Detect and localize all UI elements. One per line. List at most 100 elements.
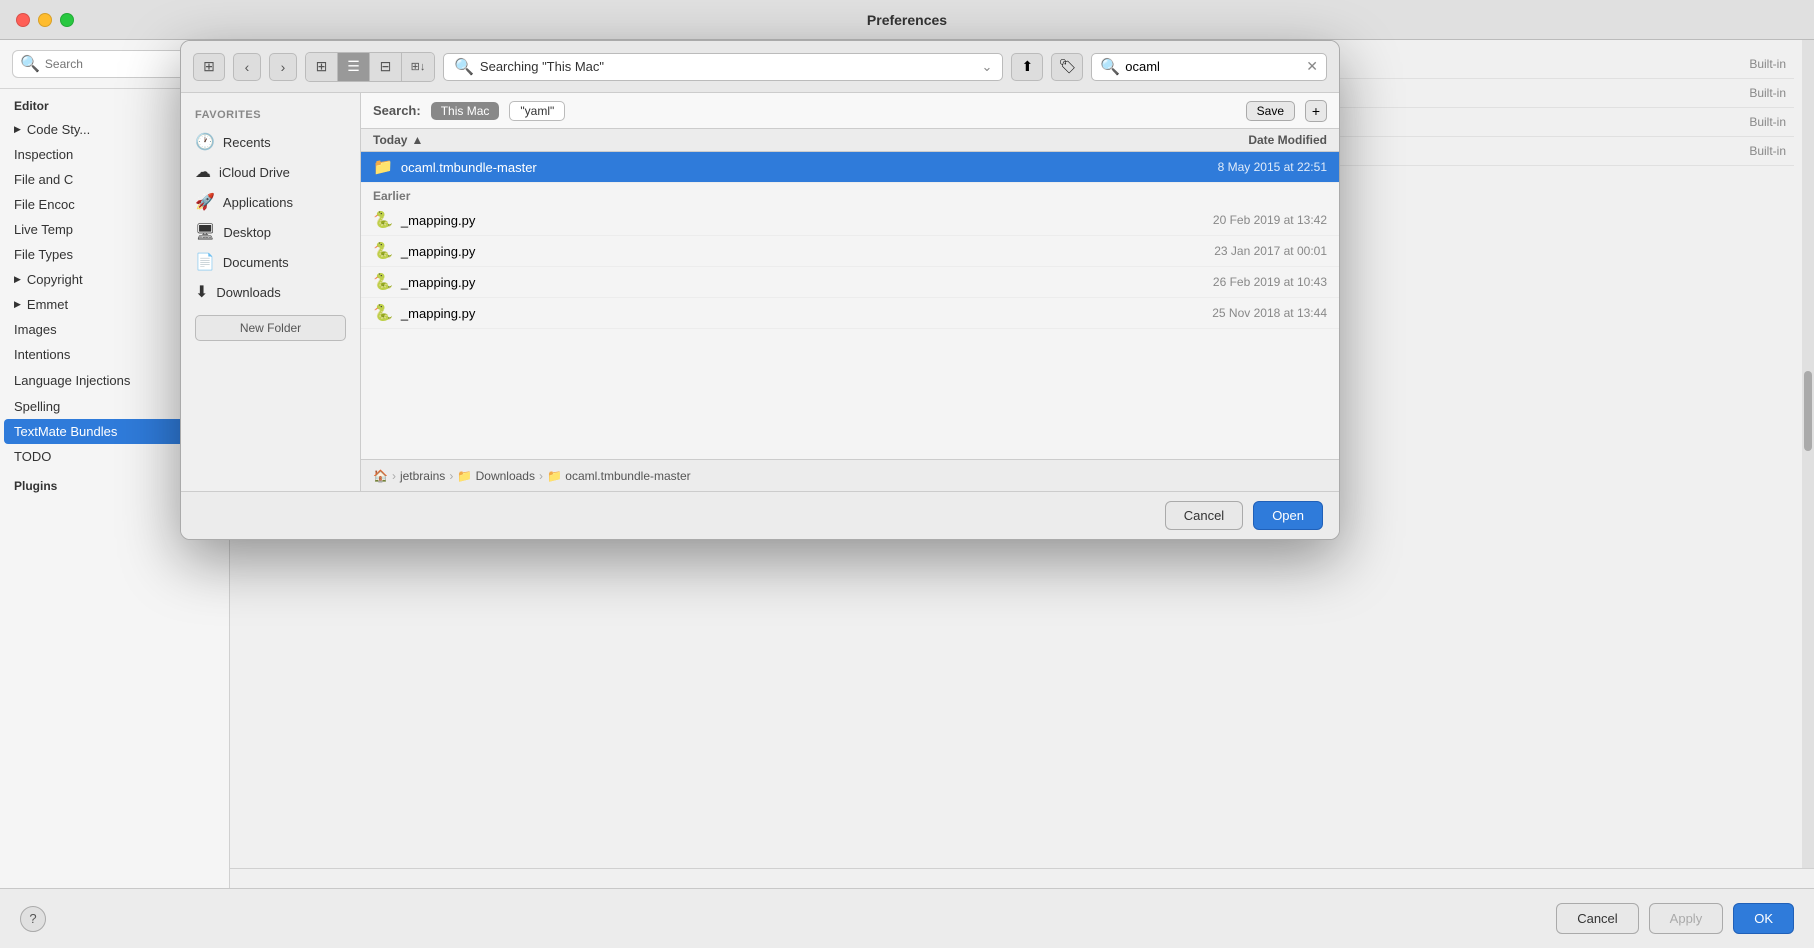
dialog-actions: Cancel Open [181,491,1339,539]
icloud-icon: ☁ [195,162,211,182]
column-view-button[interactable]: ⊟ [370,53,402,81]
view-group: ⊞ ☰ ⊟ ⊞↓ [305,52,435,82]
fav-label: Documents [223,255,289,270]
sidebar-item-label: File and C [14,172,73,187]
icon-view-button[interactable]: ⊞ [306,53,338,81]
file-name: _mapping.py [401,306,1127,321]
sidebar-item-label: Intentions [14,347,70,362]
file-date: 20 Feb 2019 at 13:42 [1127,213,1327,227]
sidebar-item-label: Inspection [14,147,73,162]
fav-item-applications[interactable]: 🚀 Applications [181,187,360,217]
sidebar-item-label: Live Temp [14,222,73,237]
new-folder-button[interactable]: New Folder [195,315,346,341]
path-bar: 🏠 › jetbrains › 📁 Downloads › 📁 ocaml.tm… [361,459,1339,491]
search-icon: 🔍 [20,54,40,74]
location-bar[interactable]: 🔍 Searching "This Mac" ⌄ [443,53,1003,81]
file-date: 25 Nov 2018 at 13:44 [1127,306,1327,320]
scope-yaml-button[interactable]: "yaml" [509,101,565,121]
dialog-cancel-button[interactable]: Cancel [1165,501,1243,530]
sidebar-item-label: TODO [14,449,51,464]
maximize-button[interactable] [60,13,74,27]
action-bar: ? Cancel Apply OK [0,888,1814,948]
file-row-selected[interactable]: 📁 ocaml.tmbundle-master 8 May 2015 at 22… [361,152,1339,183]
minimize-button[interactable] [38,13,52,27]
scrollbar[interactable] [1802,40,1814,868]
location-text: Searching "This Mac" [480,59,604,74]
fav-label: iCloud Drive [219,165,290,180]
sidebar-item-label: File Types [14,247,73,262]
file-list-header: Today ▲ Date Modified [361,129,1339,152]
save-search-button[interactable]: Save [1246,101,1295,121]
toggle-sidebar-button[interactable]: ⊞ [193,53,225,81]
title-bar: Preferences [0,0,1814,40]
dialog-open-button[interactable]: Open [1253,501,1323,530]
chevron-icon: ▶ [14,124,21,135]
fav-item-desktop[interactable]: 🖥 Desktop [181,217,360,247]
documents-icon: 📄 [195,252,215,272]
gallery-view-button[interactable]: ⊞↓ [402,53,434,81]
ok-button[interactable]: OK [1733,903,1794,934]
apply-button[interactable]: Apply [1649,903,1724,934]
sidebar-item-label: File Encoc [14,197,75,212]
list-view-button[interactable]: ☰ [338,53,370,81]
file-row[interactable]: 🐍 _mapping.py 25 Nov 2018 at 13:44 [361,298,1339,329]
help-button[interactable]: ? [20,906,46,932]
fav-item-documents[interactable]: 📄 Documents [181,247,360,277]
home-icon: 🏠 [373,469,388,483]
file-date: 8 May 2015 at 22:51 [1127,160,1327,174]
path-part-tmbundle: 📁 ocaml.tmbundle-master [547,469,691,483]
sort-icon: ▲ [411,133,423,147]
help-icon: ? [29,911,36,926]
favorites-title: Favorites [181,103,360,127]
file-date: 23 Jan 2017 at 00:01 [1127,244,1327,258]
fav-item-recents[interactable]: 🕐 Recents [181,127,360,157]
fav-item-downloads[interactable]: ⬇ Downloads [181,277,360,307]
fav-label: Applications [223,195,293,210]
favorites-sidebar: Favorites 🕐 Recents ☁ iCloud Drive 🚀 App… [181,93,361,491]
tag-button[interactable]: 🏷 [1051,53,1083,81]
close-button[interactable] [16,13,30,27]
item-builtin: Built-in [1749,86,1786,100]
clear-search-button[interactable]: ✕ [1306,58,1318,75]
fav-label: Recents [223,135,271,150]
downloads-folder-icon: 📁 [457,469,472,483]
gallery-icon: ⊞↓ [411,60,426,73]
search-input[interactable] [1125,59,1301,74]
file-name: _mapping.py [401,213,1127,228]
list-icon: ☰ [347,58,360,75]
folder-icon: 📁 [547,469,562,483]
files-panel: Search: This Mac "yaml" Save + Today ▲ [361,93,1339,491]
python-file-icon: 🐍 [373,210,393,230]
share-button[interactable]: ⬆ [1011,53,1043,81]
share-icon: ⬆ [1021,58,1033,75]
window-controls [16,13,74,27]
sidebar-item-label: Spelling [14,399,60,414]
chevron-icon: ▶ [14,274,21,285]
dialog-search[interactable]: 🔍 ✕ [1091,53,1327,81]
file-row[interactable]: 🐍 _mapping.py 23 Jan 2017 at 00:01 [361,236,1339,267]
col-name-header: Today ▲ [373,133,1127,147]
path-part-downloads: 📁 Downloads [457,469,535,483]
columns-icon: ⊟ [380,58,392,75]
file-list: Today ▲ Date Modified 📁 ocaml.tmbundle-m… [361,129,1339,459]
scope-this-mac-button[interactable]: This Mac [431,102,500,120]
plus-icon: + [1312,103,1320,119]
path-part-jetbrains[interactable]: jetbrains [400,469,445,483]
file-name: _mapping.py [401,275,1127,290]
add-criteria-button[interactable]: + [1305,100,1327,122]
file-date: 26 Feb 2019 at 10:43 [1127,275,1327,289]
forward-button[interactable]: › [269,53,297,81]
downloads-icon: ⬇ [195,282,208,302]
file-row[interactable]: 🐍 _mapping.py 26 Feb 2019 at 10:43 [361,267,1339,298]
file-group-earlier: Earlier [361,183,1339,205]
search-scope-bar: Search: This Mac "yaml" Save + [361,93,1339,129]
cancel-button[interactable]: Cancel [1556,903,1638,934]
fav-item-icloud[interactable]: ☁ iCloud Drive [181,157,360,187]
dropdown-icon: ⌄ [981,59,992,75]
back-button[interactable]: ‹ [233,53,261,81]
file-row[interactable]: 🐍 _mapping.py 20 Feb 2019 at 13:42 [361,205,1339,236]
back-icon: ‹ [245,59,250,75]
python-file-icon: 🐍 [373,303,393,323]
sidebar-item-label: TextMate Bundles [14,424,117,439]
col-date-header: Date Modified [1127,133,1327,147]
